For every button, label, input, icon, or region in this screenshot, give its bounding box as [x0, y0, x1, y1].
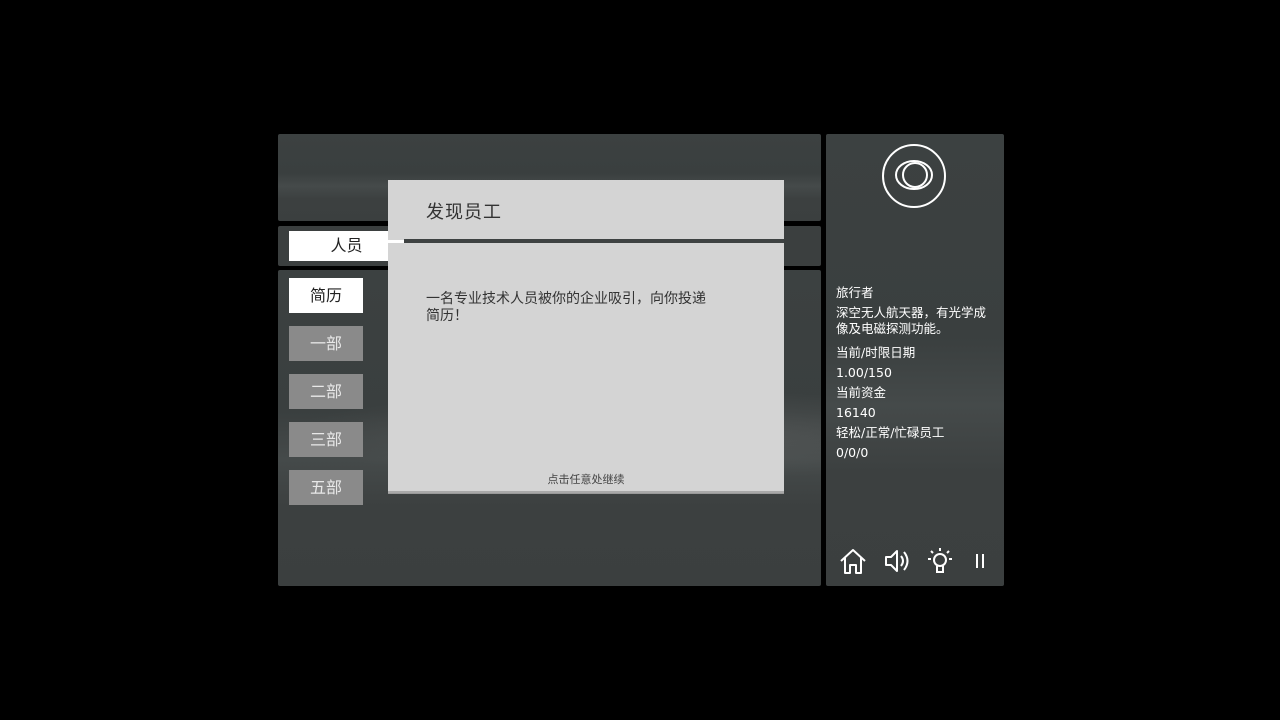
drone-name: 旅行者 — [836, 285, 874, 300]
hint-bulb-icon[interactable] — [925, 546, 955, 576]
funds-label: 当前资金 — [836, 385, 887, 400]
discover-employee-dialog[interactable]: 发现员工 一名专业技术人员被你的企业吸引，向你投递简历！ 点击任意处继续 — [388, 180, 784, 493]
continue-hint[interactable]: 点击任意处继续 — [388, 471, 784, 487]
funds-value: 16140 — [836, 405, 876, 420]
staff-label: 轻松/正常/忙碌员工 — [836, 425, 945, 440]
orbit-logo-icon — [882, 144, 946, 208]
date-value: 1.00/150 — [836, 365, 892, 380]
sound-icon[interactable] — [882, 546, 912, 576]
menu-dept-1-button[interactable]: 一部 — [289, 326, 363, 361]
dialog-rule-tick — [388, 240, 404, 243]
menu-resume-button[interactable]: 简历 — [289, 278, 363, 313]
dialog-title: 发现员工 — [426, 202, 502, 223]
dialog-message: 一名专业技术人员被你的企业吸引，向你投递简历！ — [426, 291, 706, 324]
menu-dept-2-button[interactable]: 二部 — [289, 374, 363, 409]
tab-people-label: 人员 — [330, 236, 363, 255]
drone-description: 深空无人航天器，有光学成像及电磁探测功能。 — [836, 305, 987, 336]
menu-dept-3-button[interactable]: 三部 — [289, 422, 363, 457]
tab-people[interactable]: 人员 — [289, 231, 388, 261]
menu-dept-5-button[interactable]: 五部 — [289, 470, 363, 505]
staff-value: 0/0/0 — [836, 445, 869, 460]
date-label: 当前/时限日期 — [836, 345, 916, 360]
dialog-bottom-line — [388, 491, 784, 493]
dialog-header: 发现员工 — [388, 180, 784, 239]
home-icon[interactable] — [838, 546, 868, 576]
pause-icon[interactable] — [966, 546, 996, 576]
dialog-divider — [404, 239, 784, 243]
